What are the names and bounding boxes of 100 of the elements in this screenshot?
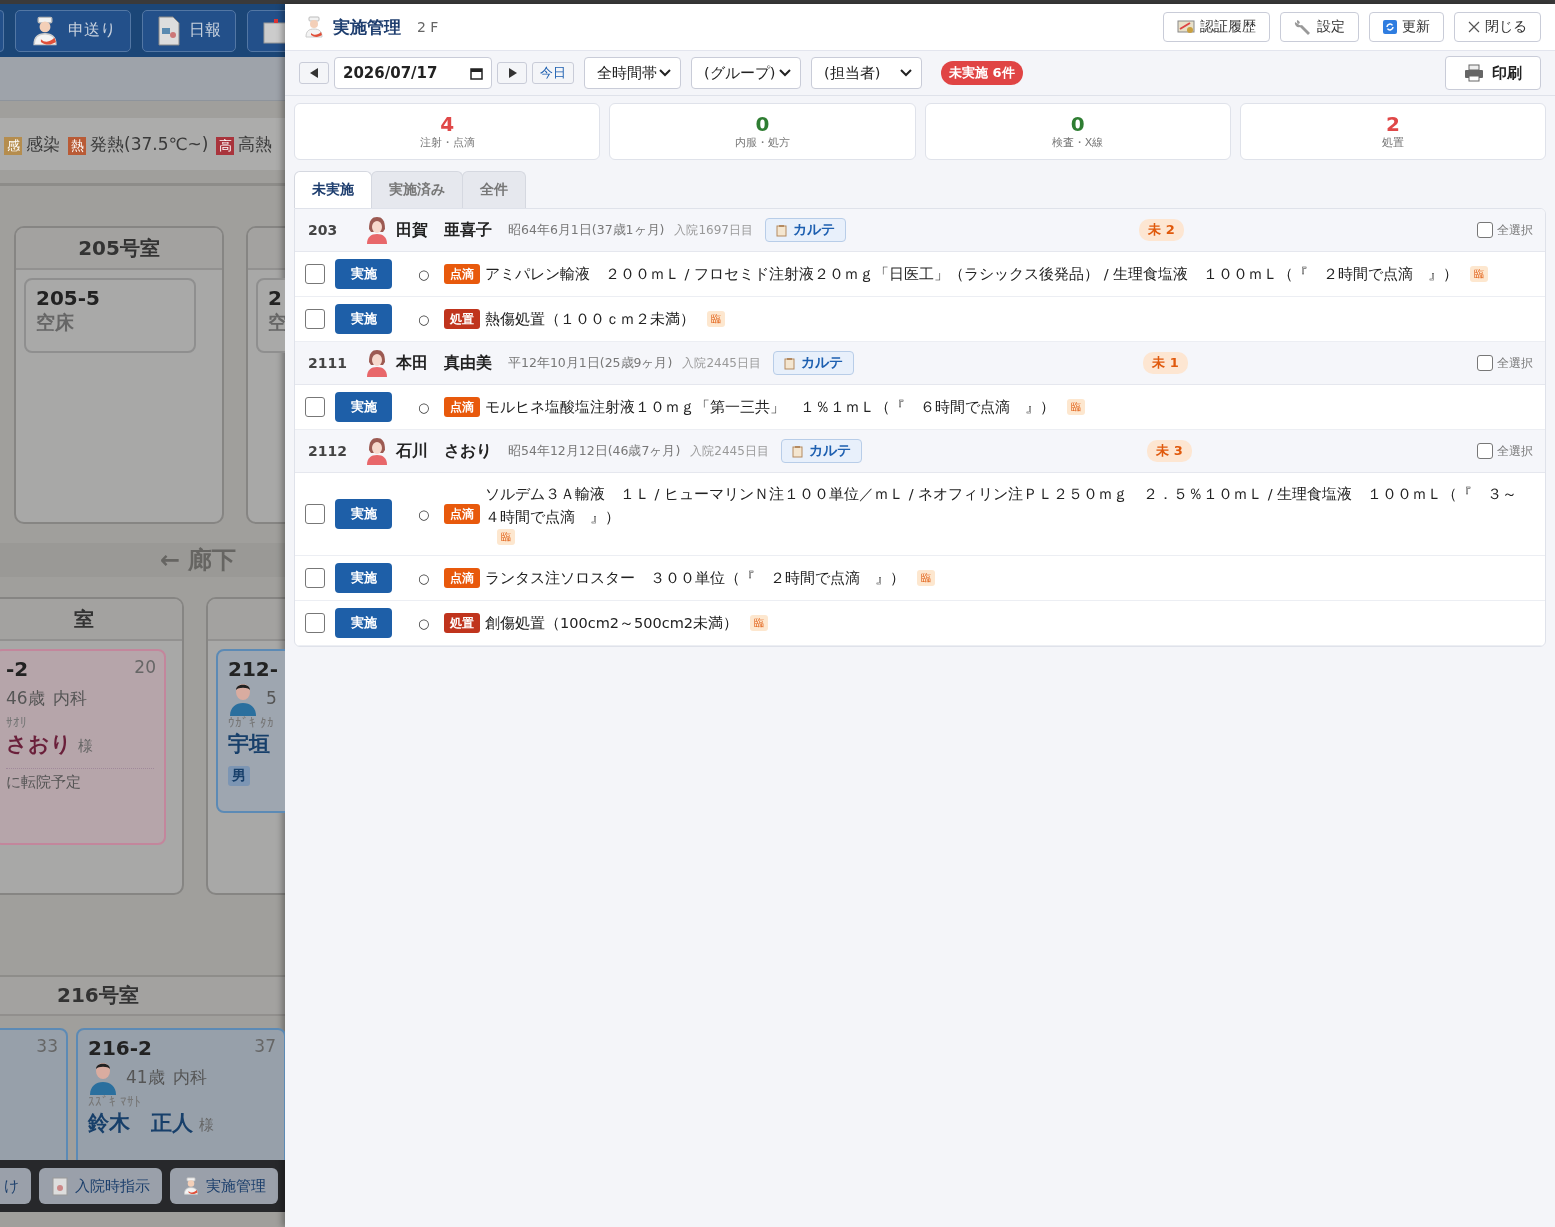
filter-select[interactable]: (グループ) (691, 57, 801, 89)
summary-count: 4 (440, 113, 455, 135)
room-number: 2112 (308, 443, 348, 459)
nurse-icon (182, 1177, 200, 1195)
order-text: ソルデム３Ａ輸液 １Ｌ / ヒューマリンＮ注１００単位／ｍＬ / ネオフィリン注ＰＬ２５０ｍｇ ２．５％１０ｍＬ / 生理食塩液 １００ｍＬ（『 ３～４時間で点滴 』） (485, 485, 1519, 527)
filter-select[interactable]: 全時間帯 (584, 57, 681, 89)
printer-icon (1464, 64, 1484, 82)
document-icon (157, 15, 181, 46)
legend-label: 感染 (26, 133, 60, 154)
select-all-label: 全選択 (1497, 442, 1533, 460)
chart-button[interactable]: カルテ (780, 439, 862, 463)
department: 内科 (172, 1065, 207, 1089)
clipboard-icon (783, 356, 795, 370)
patient-kana: ｻｵﾘ (6, 715, 28, 730)
dock-button[interactable]: 入院時指示 (39, 1168, 162, 1204)
patient-name: 鈴木 正人 (88, 1110, 193, 1137)
patient-avatar-icon (366, 437, 388, 465)
toolbar-button[interactable]: 日報 (142, 9, 236, 52)
bed-card[interactable]: 212- 5 ｳｶﾞｷ ﾀｶ 宇垣 男 (216, 649, 285, 813)
patient-age: 41歳 (126, 1065, 165, 1089)
order-checkbox[interactable] (305, 309, 325, 329)
bed-status: 空床 (36, 310, 74, 335)
patient-avatar-icon (366, 349, 388, 377)
chevron-down-icon (900, 69, 912, 77)
panel-title: 実施管理 (333, 15, 401, 39)
clipboard-icon (791, 444, 803, 458)
done-button[interactable]: 実施 (335, 304, 392, 334)
tab[interactable]: 未実施 (294, 171, 372, 208)
header-button[interactable]: 設定 (1280, 12, 1359, 42)
done-button[interactable]: 実施 (335, 608, 392, 638)
bed-number: 216-2 (88, 1036, 152, 1060)
dock-button[interactable]: け (0, 1168, 31, 1204)
building-icon (262, 16, 285, 45)
done-button[interactable]: 実施 (335, 563, 392, 593)
bed-card[interactable]: 205-5 空床 (24, 278, 196, 353)
toolbar-button[interactable]: 申送り (15, 9, 131, 52)
temporary-tag: 臨 (497, 529, 515, 545)
date-field[interactable]: 2026/07/17 (334, 57, 492, 89)
legend-label: 発熱(37.5℃~) (90, 133, 209, 154)
nurse-icon (30, 15, 60, 46)
bed-count: 20 (134, 657, 156, 677)
today-button[interactable]: 今日 (532, 62, 574, 84)
patient-name: 本田 真由美 (396, 352, 492, 374)
select-all-checkbox[interactable] (1477, 355, 1493, 371)
birth-date: 昭64年6月1日(37歳1ヶ月) (508, 221, 665, 239)
bed-note: に転院予定 (6, 768, 154, 792)
pending-badge: 未実施 6件 (941, 61, 1023, 85)
clipboard-icon (776, 223, 787, 237)
admission-days: 入院1697日目 (674, 221, 753, 239)
order-text: モルヒネ塩酸塩注射液１０ｍｇ「第一三共」 １％１ｍＬ（『 ６時間で点滴 』） (485, 397, 1055, 417)
room-number: 203 (308, 222, 339, 238)
honorific: 様 (199, 1116, 214, 1135)
triangle-right-icon (507, 68, 517, 78)
order-checkbox[interactable] (305, 504, 325, 524)
done-button[interactable]: 実施 (335, 392, 392, 422)
category-tag: 点滴 (444, 504, 480, 524)
select-all-checkbox[interactable] (1477, 443, 1493, 459)
select-all-label: 全選択 (1497, 221, 1533, 239)
order-checkbox[interactable] (305, 397, 325, 417)
bed-count: 33 (36, 1036, 58, 1056)
done-button[interactable]: 実施 (335, 259, 392, 289)
header-button[interactable]: 更新 (1369, 12, 1444, 42)
legend-tag: 高 (216, 136, 235, 155)
order-checkbox[interactable] (305, 613, 325, 633)
clipboard-icon (51, 1176, 69, 1196)
summary-count: 0 (1070, 113, 1085, 135)
select-all-checkbox[interactable] (1477, 222, 1493, 238)
order-checkbox[interactable] (305, 568, 325, 588)
tab[interactable]: 全件 (462, 171, 526, 208)
previous-day-button[interactable] (299, 62, 329, 84)
legend-label: 高熱 (238, 133, 273, 154)
certificate-icon (1177, 19, 1195, 35)
room-title: 室 (74, 605, 94, 633)
chevron-down-icon (779, 69, 791, 77)
status-mark: ○ (418, 615, 431, 631)
filter-select[interactable]: (担当者) (811, 57, 922, 89)
order-checkbox[interactable] (305, 264, 325, 284)
admission-days: 入院2445日目 (682, 354, 761, 372)
bed-card[interactable]: -2 20 46歳 内科 ｻｵﾘ さおり 様 に転院予定 (0, 649, 166, 845)
temporary-tag: 臨 (917, 570, 935, 586)
chart-button[interactable]: カルテ (772, 351, 854, 375)
pending-count: 未 3 (1147, 440, 1192, 462)
patient-age: 5 (266, 688, 277, 708)
header-button[interactable]: 認証履歴 (1163, 12, 1270, 42)
header-button[interactable]: 閉じる (1454, 12, 1541, 42)
bed-count: 37 (254, 1036, 276, 1056)
tab[interactable]: 実施済み (371, 171, 463, 208)
dock-button[interactable]: 実施管理 (170, 1168, 278, 1204)
print-button[interactable]: 印刷 (1445, 56, 1541, 90)
summary-label: 内服・処方 (734, 135, 790, 150)
temporary-tag: 臨 (1067, 399, 1085, 415)
room-number: 2111 (308, 355, 348, 371)
summary-label: 処置 (1381, 135, 1404, 150)
category-tag: 点滴 (444, 568, 480, 588)
patient-name: 宇垣 (228, 731, 270, 758)
bed-number: 2 (268, 286, 282, 310)
patient-avatar-icon (366, 216, 388, 244)
next-day-button[interactable] (497, 62, 527, 84)
chart-button[interactable]: カルテ (765, 218, 846, 242)
done-button[interactable]: 実施 (335, 499, 392, 529)
